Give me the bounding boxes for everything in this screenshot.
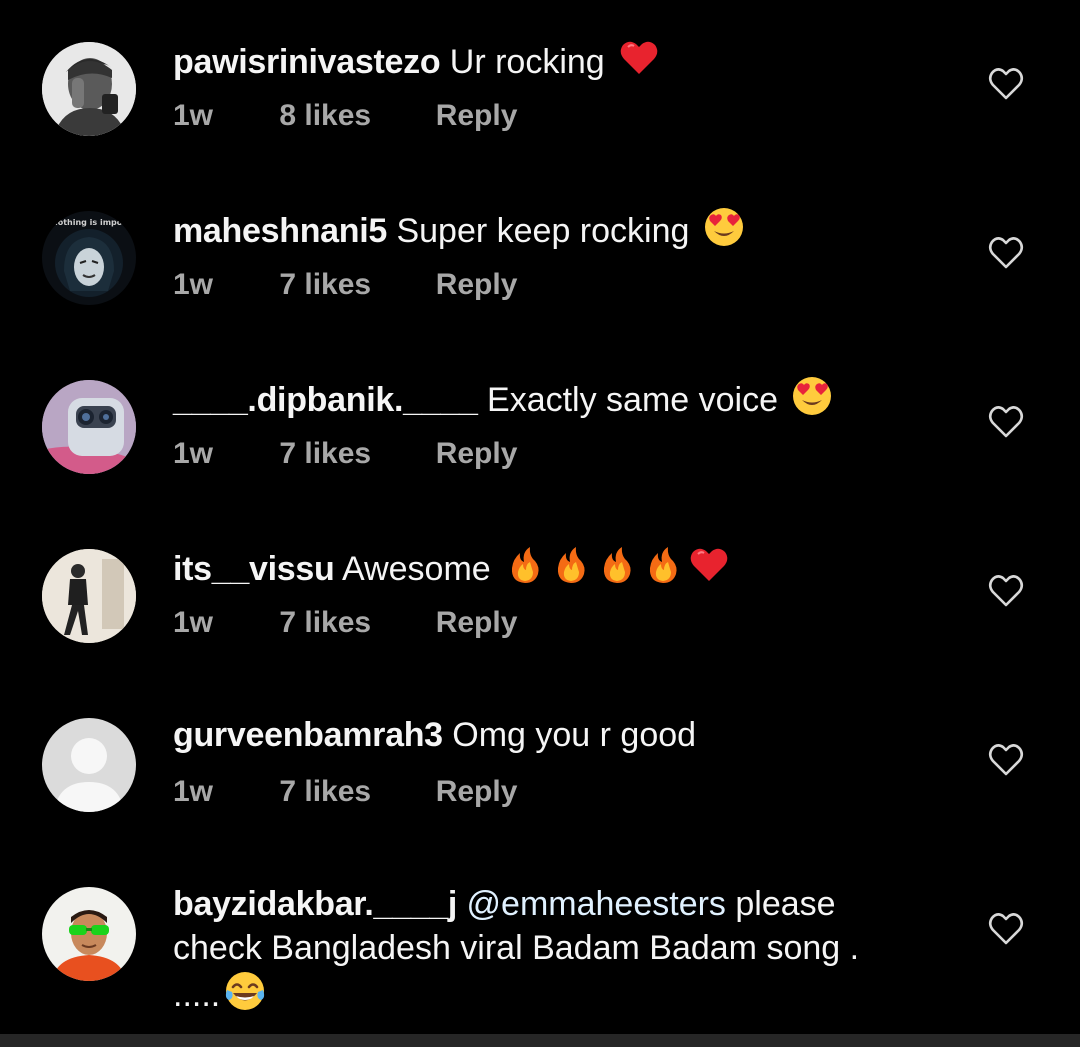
avatar[interactable]	[42, 549, 136, 643]
comment-username[interactable]: bayzidakbar.____j	[173, 885, 457, 923]
heart-eyes-emoji	[791, 375, 833, 417]
avatar[interactable]: nothing is impo	[42, 211, 136, 305]
heart-outline-icon[interactable]	[988, 405, 1024, 439]
avatar[interactable]	[42, 42, 136, 136]
avatar-image	[42, 887, 136, 981]
comment-likes[interactable]: 7 likes	[279, 772, 427, 812]
heart-outline-icon[interactable]	[988, 743, 1024, 777]
comment-username[interactable]: ____.dipbanik.____	[173, 381, 478, 419]
avatar[interactable]	[42, 718, 136, 812]
fire-emoji	[504, 544, 546, 586]
comment-text: gurveenbamrah3 Omg you r good	[173, 713, 913, 757]
comment-text: bayzidakbar.____j @emmaheesters please c…	[173, 882, 913, 1017]
avatar-image	[42, 718, 136, 812]
fire-emoji	[550, 544, 592, 586]
comment-username[interactable]: gurveenbamrah3	[173, 716, 443, 754]
reply-button[interactable]: Reply	[436, 265, 518, 305]
avatar[interactable]	[42, 380, 136, 474]
avatar-image	[42, 549, 136, 643]
comment-username[interactable]: maheshnani5	[173, 212, 387, 250]
comment-likes[interactable]: 7 likes	[279, 265, 427, 305]
comment-message: Exactly same voice	[487, 381, 779, 419]
reply-button[interactable]: Reply	[436, 434, 518, 474]
heart-outline-icon[interactable]	[988, 67, 1024, 101]
heart-eyes-emoji	[703, 206, 745, 248]
tears-of-joy-emoji	[224, 970, 266, 1012]
avatar[interactable]	[42, 887, 136, 981]
comment-likes[interactable]: 7 likes	[279, 434, 427, 474]
reply-button[interactable]: Reply	[436, 603, 518, 643]
red-heart-emoji	[688, 544, 730, 586]
heart-outline-icon[interactable]	[988, 236, 1024, 270]
comment-time: 1w	[173, 606, 214, 639]
comment-time: 1w	[173, 99, 214, 132]
comment-time: 1w	[173, 775, 214, 808]
fire-emoji	[596, 544, 638, 586]
avatar-image	[42, 42, 136, 136]
red-heart-emoji	[618, 37, 660, 79]
comment-meta: 1w 7 likes Reply	[173, 772, 517, 812]
comment-meta: 1w 7 likes Reply	[173, 434, 517, 474]
comment-time: 1w	[173, 437, 214, 470]
mention-link[interactable]: @emmaheesters	[467, 885, 726, 923]
comment-likes[interactable]: 8 likes	[279, 96, 427, 136]
comment-meta: 1w 7 likes Reply	[173, 265, 517, 305]
reply-button[interactable]: Reply	[436, 96, 518, 136]
fire-emoji	[642, 544, 684, 586]
comment-time: 1w	[173, 268, 214, 301]
heart-outline-icon[interactable]	[988, 574, 1024, 608]
avatar-text: nothing is impo	[52, 218, 123, 227]
comment-meta: 1w 7 likes Reply	[173, 603, 517, 643]
comment-likes[interactable]: 7 likes	[279, 603, 427, 643]
heart-outline-icon[interactable]	[988, 912, 1024, 946]
comment-message: Omg you r good	[452, 716, 697, 754]
comment-text: pawisrinivastezo Ur rocking	[173, 37, 913, 84]
avatar-image	[42, 380, 136, 474]
comment-meta: 1w 8 likes Reply	[173, 96, 517, 136]
comment-username[interactable]: pawisrinivastezo	[173, 43, 441, 81]
comment-message: Ur rocking	[449, 43, 605, 81]
comment-message: Awesome	[342, 550, 491, 588]
comment-message: Super keep rocking	[396, 212, 690, 250]
reply-button[interactable]: Reply	[436, 772, 518, 812]
bottom-bar	[0, 1034, 1080, 1047]
avatar-image: nothing is impo	[42, 211, 136, 305]
comment-username[interactable]: its__vissu	[173, 550, 335, 588]
comment-text: its__vissu Awesome	[173, 544, 913, 591]
comment-text: ____.dipbanik.____ Exactly same voice	[173, 375, 913, 422]
comment-text: maheshnani5 Super keep rocking	[173, 206, 913, 253]
